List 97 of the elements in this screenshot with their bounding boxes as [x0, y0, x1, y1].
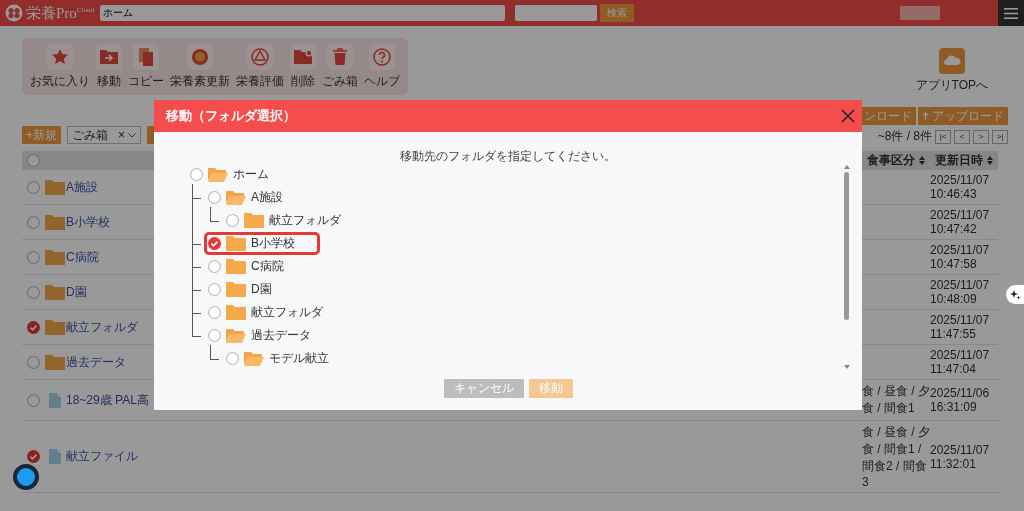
folder-icon	[45, 354, 65, 370]
page-button[interactable]: >	[973, 129, 989, 144]
table-cell: 食 / 昼食 / 夕食 / 間食1	[862, 383, 930, 417]
page-button[interactable]: >|	[992, 129, 1008, 144]
file-link[interactable]: 献立フォルダ	[66, 318, 138, 336]
tree-item[interactable]: モデル献立	[222, 347, 354, 369]
folder-icon	[45, 284, 65, 300]
table-cell-text: 2025/11/07 10:48:09	[930, 278, 991, 306]
checkbox[interactable]	[26, 215, 40, 229]
table-cell-text: 2025/11/07 10:46:43	[930, 173, 991, 201]
menu-button[interactable]	[998, 0, 1024, 26]
file-link[interactable]: A施設	[66, 178, 98, 196]
keyword-field[interactable]	[514, 5, 597, 21]
table-cell-text: 2025/11/07 10:47:42	[930, 208, 991, 236]
column-header[interactable]: 食事区分	[867, 152, 925, 169]
file-link[interactable]: B小学校	[66, 213, 110, 231]
tree-item[interactable]: 献立フォルダ	[204, 301, 348, 324]
chat-button[interactable]	[13, 464, 39, 490]
checkbox[interactable]	[26, 180, 40, 194]
toolbar-button[interactable]: 削除	[288, 44, 318, 90]
toolbar-button[interactable]: 栄養評価	[234, 44, 286, 90]
toolbar-button[interactable]: 栄養素更新	[168, 44, 232, 90]
file-icon	[49, 392, 61, 408]
checkbox[interactable]	[26, 154, 40, 167]
checkbox[interactable]	[26, 250, 40, 264]
sort-icon	[987, 156, 993, 165]
folder-icon	[45, 179, 65, 195]
toolbar-button[interactable]: お気に入り	[28, 44, 92, 90]
scrollbar-thumb[interactable]	[844, 172, 849, 320]
tree-item[interactable]: 献立フォルダ	[222, 209, 366, 232]
file-link[interactable]: 過去データ	[66, 353, 126, 371]
sort-icon	[919, 156, 925, 165]
close-button[interactable]	[840, 108, 856, 124]
radio-button[interactable]	[208, 329, 221, 342]
dialog-title: 移動（フォルダ選択）	[166, 107, 296, 125]
folder-icon	[45, 249, 65, 265]
tree-item[interactable]: A施設	[204, 186, 308, 209]
instruction-text: 移動先のフォルダを指定してください。	[400, 148, 616, 161]
caret-icon	[128, 132, 136, 138]
table-cell-text: 2025/11/07 11:32:01	[930, 442, 991, 471]
scroll-up-icon[interactable]	[843, 165, 850, 169]
table-cell-text: 2025/11/06 16:31:09	[930, 386, 991, 414]
sparkle-icon	[1009, 289, 1021, 300]
radio-button[interactable]	[208, 283, 221, 296]
tree-item[interactable]: C病院	[204, 255, 309, 278]
page-summary: ~8件 / 8件	[877, 128, 932, 145]
table-cell-text: 2025/11/07 11:47:55	[930, 313, 991, 341]
scroll-down-icon[interactable]	[843, 365, 850, 369]
file-link[interactable]: C病院	[66, 248, 99, 266]
radio-button[interactable]	[208, 260, 221, 273]
logo-icon	[5, 4, 23, 22]
trash-icon	[327, 44, 353, 70]
checkbox[interactable]	[26, 450, 40, 463]
help-icon	[369, 44, 395, 70]
file-icon	[49, 449, 61, 464]
tree-item[interactable]: ホーム	[186, 163, 294, 186]
toolbar-button[interactable]: コピー	[126, 44, 166, 90]
radio-button[interactable]	[226, 352, 239, 365]
account-box	[900, 6, 940, 20]
radio-button[interactable]	[226, 214, 239, 227]
checkbox[interactable]	[26, 355, 40, 369]
cloud-icon	[938, 48, 965, 74]
toolbar-button[interactable]: 移動	[94, 44, 124, 90]
toolbar-button[interactable]: ヘルプ	[362, 44, 402, 90]
checkbox[interactable]	[26, 320, 40, 334]
search-field[interactable]: ホーム	[99, 5, 505, 21]
checkbox[interactable]	[26, 393, 40, 407]
close-icon	[840, 108, 856, 124]
table-cell: 食 / 昼食 / 夕食 / 間食1 / 間食2 / 間食3	[862, 424, 930, 489]
app-top-button[interactable]: アプリTOPへ	[913, 48, 990, 94]
checkbox[interactable]	[26, 285, 40, 299]
radio-button[interactable]	[208, 191, 221, 204]
folder-badge-icon	[290, 44, 316, 70]
radio-button[interactable]	[208, 237, 221, 250]
column-header[interactable]: 更新日時	[935, 152, 993, 169]
file-link[interactable]: D園	[66, 283, 87, 301]
menu-icon	[1004, 7, 1018, 19]
table-cell-text: 2025/11/07 10:47:58	[930, 243, 991, 271]
table-cell-text: 2025/11/07 11:47:04	[930, 348, 991, 376]
tree-item[interactable]: 過去データ	[204, 324, 336, 347]
folder-icon	[45, 319, 65, 335]
toolbar-button[interactable]: ごみ箱	[320, 44, 360, 90]
radio-button[interactable]	[208, 306, 221, 319]
upload-icon	[922, 111, 929, 121]
tree-item[interactable]: D園	[204, 278, 297, 301]
clear-button[interactable]: ×	[118, 128, 125, 142]
tree-item[interactable]: B小学校	[204, 232, 320, 255]
page-button[interactable]: <	[954, 129, 970, 144]
assistant-button[interactable]	[1006, 285, 1024, 304]
file-link[interactable]: 献立ファイル	[66, 448, 138, 465]
file-link[interactable]: 18~29歳 PAL高	[66, 391, 149, 409]
filter-select[interactable]: ごみ箱 ×	[67, 126, 141, 144]
logo-text: 栄養Pro$^{Cloud}$	[26, 3, 94, 23]
folder-icon	[45, 214, 65, 230]
radio-button[interactable]	[190, 168, 203, 181]
page-button[interactable]: |<	[935, 129, 951, 144]
documents-icon	[133, 44, 159, 70]
